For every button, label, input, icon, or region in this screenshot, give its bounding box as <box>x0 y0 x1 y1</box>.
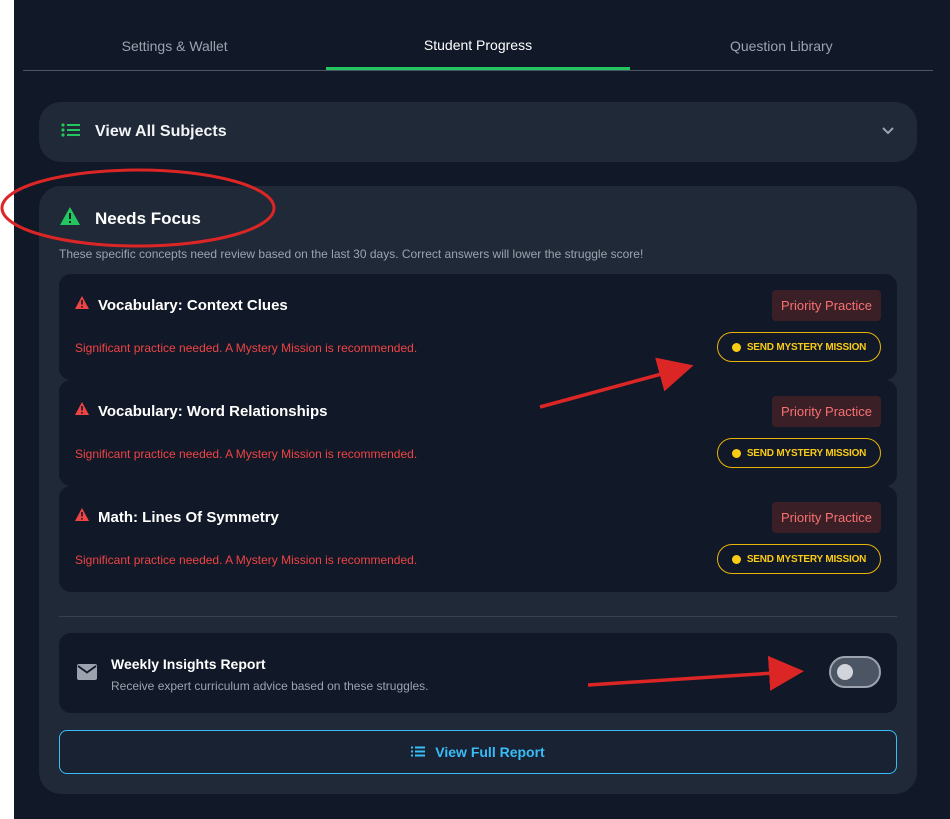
subjects-title: View All Subjects <box>95 123 227 140</box>
plus-circle-icon <box>731 554 741 564</box>
weekly-insights-toggle[interactable] <box>829 656 881 688</box>
priority-badge: Priority Practice <box>771 396 881 427</box>
concept-card: Math: Lines Of Symmetry Priority Practic… <box>59 486 897 592</box>
app-frame: Settings & Wallet Student Progress Quest… <box>14 0 950 819</box>
tab-bar: Settings & Wallet Student Progress Quest… <box>23 22 933 71</box>
plus-circle-icon <box>731 448 741 458</box>
weekly-insights-row: Weekly Insights Report Receive expert cu… <box>59 633 897 713</box>
concept-name: Vocabulary: Context Clues <box>98 296 288 314</box>
list-icon <box>61 122 81 143</box>
priority-badge: Priority Practice <box>771 502 881 533</box>
alert-icon <box>75 508 89 526</box>
needs-focus-description: These specific concepts need review base… <box>59 247 644 261</box>
send-mystery-mission-button[interactable]: SEND MYSTERY MISSION <box>717 544 881 574</box>
concept-name: Math: Lines Of Symmetry <box>98 508 279 526</box>
mission-button-label: SEND MYSTERY MISSION <box>746 447 867 459</box>
insights-title: Weekly Insights Report <box>111 656 266 672</box>
alert-icon <box>75 296 89 314</box>
mission-button-label: SEND MYSTERY MISSION <box>746 553 867 565</box>
concept-card: Vocabulary: Word Relationships Priority … <box>59 380 897 486</box>
needs-focus-title: Needs Focus <box>95 208 201 228</box>
section-divider <box>59 616 897 617</box>
needs-focus-card: Needs Focus These specific concepts need… <box>39 186 917 794</box>
tab-settings-wallet[interactable]: Settings & Wallet <box>23 22 326 70</box>
view-full-report-button[interactable]: View Full Report <box>59 730 897 774</box>
plus-circle-icon <box>731 342 741 352</box>
list-icon <box>411 744 426 760</box>
warning-icon <box>59 206 81 231</box>
concept-message: Significant practice needed. A Mystery M… <box>75 447 418 461</box>
tab-question-library[interactable]: Question Library <box>630 22 933 70</box>
needs-focus-header: Needs Focus <box>59 206 201 231</box>
concept-card: Vocabulary: Context Clues Priority Pract… <box>59 274 897 380</box>
toggle-knob <box>837 664 853 680</box>
concept-message: Significant practice needed. A Mystery M… <box>75 553 418 567</box>
concept-name: Vocabulary: Word Relationships <box>98 402 328 420</box>
alert-icon <box>75 402 89 420</box>
full-report-label: View Full Report <box>435 744 545 760</box>
concept-name-row: Vocabulary: Context Clues <box>75 296 288 314</box>
concept-name-row: Math: Lines Of Symmetry <box>75 508 279 526</box>
mail-icon <box>77 664 97 685</box>
insights-subtitle: Receive expert curriculum advice based o… <box>111 679 429 693</box>
send-mystery-mission-button[interactable]: SEND MYSTERY MISSION <box>717 332 881 362</box>
send-mystery-mission-button[interactable]: SEND MYSTERY MISSION <box>717 438 881 468</box>
priority-badge: Priority Practice <box>771 290 881 321</box>
concept-message: Significant practice needed. A Mystery M… <box>75 341 418 355</box>
tab-student-progress[interactable]: Student Progress <box>326 22 630 70</box>
concept-name-row: Vocabulary: Word Relationships <box>75 402 327 420</box>
mission-button-label: SEND MYSTERY MISSION <box>746 341 867 353</box>
chevron-down-icon[interactable] <box>881 123 895 141</box>
view-all-subjects-accordion[interactable]: View All Subjects <box>39 102 917 162</box>
